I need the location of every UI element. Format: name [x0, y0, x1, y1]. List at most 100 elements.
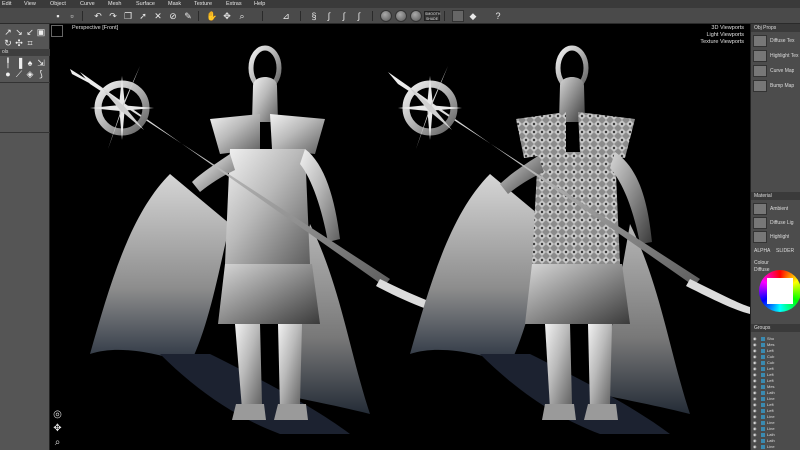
- group-row[interactable]: ◉ Cub: [753, 360, 800, 365]
- hook-icon[interactable]: ⟆: [36, 69, 46, 79]
- orbit-icon[interactable]: ◎: [52, 409, 63, 420]
- group-row[interactable]: ◉ Line: [753, 396, 800, 401]
- group-row[interactable]: ◉ Cub: [753, 354, 800, 359]
- curve-sculpt-icon[interactable]: ∫: [353, 10, 365, 22]
- save-icon[interactable]: ▪: [52, 10, 64, 22]
- move-icon[interactable]: ✥: [221, 10, 233, 22]
- group-row[interactable]: ◉ Left: [753, 378, 800, 383]
- group-row[interactable]: ◉ Left: [753, 408, 800, 413]
- smudge-icon[interactable]: ⟋: [14, 69, 24, 79]
- menu-mesh[interactable]: Mesh: [106, 0, 134, 8]
- texture-thumbnail[interactable]: [753, 64, 767, 77]
- curve-map-row[interactable]: Curve Map: [753, 64, 799, 77]
- delete-icon[interactable]: ✕: [152, 10, 164, 22]
- pen-icon[interactable]: ✎: [182, 10, 194, 22]
- group-row[interactable]: ◉ Left: [753, 348, 800, 353]
- zoom-icon[interactable]: ⌕: [236, 10, 248, 22]
- paint-icon[interactable]: ▐: [14, 58, 24, 68]
- visibility-eye-icon[interactable]: ◉: [753, 414, 759, 419]
- group-row[interactable]: ◉ Mes: [753, 342, 800, 347]
- scale-icon[interactable]: ✣: [14, 38, 24, 48]
- crop-icon[interactable]: ⌗: [25, 38, 35, 48]
- pinch-icon[interactable]: ⇲: [36, 58, 46, 68]
- wireframe-toggle-icon[interactable]: [452, 10, 464, 22]
- visibility-eye-icon[interactable]: ◉: [753, 438, 759, 443]
- group-row[interactable]: ◉ Line: [753, 414, 800, 419]
- highlight-texture-row[interactable]: Highlight Tex: [753, 49, 799, 62]
- highlight-row[interactable]: Highlight: [753, 230, 799, 243]
- group-row[interactable]: ◉ Left: [753, 372, 800, 377]
- pan-hand-icon[interactable]: ✋: [206, 10, 218, 22]
- texture-thumbnail[interactable]: [753, 49, 767, 62]
- brush-square-icon[interactable]: ▣: [36, 27, 46, 37]
- 3d-viewport[interactable]: Perspective [Front] 3D Viewports Light V…: [50, 24, 750, 450]
- group-row[interactable]: ◉ Line: [753, 444, 800, 449]
- visibility-eye-icon[interactable]: ◉: [753, 396, 759, 401]
- visibility-eye-icon[interactable]: ◉: [753, 390, 759, 395]
- menu-texture[interactable]: Texture: [192, 0, 224, 8]
- visibility-eye-icon[interactable]: ◉: [753, 366, 759, 371]
- visibility-eye-icon[interactable]: ◉: [753, 384, 759, 389]
- visibility-eye-icon[interactable]: ◉: [753, 420, 759, 425]
- grid-toggle-icon[interactable]: ⊿: [280, 10, 292, 22]
- visibility-eye-icon[interactable]: ◉: [753, 444, 759, 449]
- material-swatch[interactable]: [753, 216, 767, 229]
- diamond-icon[interactable]: ◆: [467, 10, 479, 22]
- menu-curve[interactable]: Curve: [78, 0, 106, 8]
- visibility-eye-icon[interactable]: ◉: [753, 426, 759, 431]
- redo-icon[interactable]: ↷: [107, 10, 119, 22]
- colour-wheel[interactable]: [759, 270, 800, 312]
- visibility-eye-icon[interactable]: ◉: [753, 402, 759, 407]
- ambient-row[interactable]: Ambient: [753, 202, 799, 215]
- mask-icon[interactable]: ◈: [25, 69, 35, 79]
- rotate-icon[interactable]: ↻: [3, 38, 13, 48]
- viewport-corner-icon[interactable]: [51, 25, 63, 37]
- pan-icon[interactable]: ✥: [52, 423, 63, 434]
- smooth-shade-button[interactable]: SMOOTH SHADE: [424, 11, 440, 21]
- texture-viewports-link[interactable]: Texture Viewports: [700, 39, 744, 45]
- shaded-sphere-icon[interactable]: [380, 10, 392, 22]
- brush-arrow-icon[interactable]: ↗: [3, 27, 13, 37]
- group-row[interactable]: ◉ Line: [753, 420, 800, 425]
- menu-extras[interactable]: Extras: [224, 0, 252, 8]
- colour-picker-square[interactable]: [767, 278, 793, 304]
- visibility-eye-icon[interactable]: ◉: [753, 378, 759, 383]
- no-entry-icon[interactable]: ⊘: [167, 10, 179, 22]
- visibility-eye-icon[interactable]: ◉: [753, 408, 759, 413]
- diffuse-texture-row[interactable]: Diffuse Tex: [753, 34, 799, 47]
- help-icon[interactable]: ?: [492, 10, 504, 22]
- zoom-view-icon[interactable]: ⌕: [52, 437, 63, 448]
- copy-icon[interactable]: ❐: [122, 10, 134, 22]
- menu-object[interactable]: Object: [48, 0, 78, 8]
- texture-thumbnail[interactable]: [753, 79, 767, 92]
- select-arrow-icon[interactable]: ➚: [137, 10, 149, 22]
- texture-thumbnail[interactable]: [753, 34, 767, 47]
- light-viewports-link[interactable]: Light Viewports: [706, 32, 744, 38]
- matte-sphere-icon[interactable]: [395, 10, 407, 22]
- material-swatch[interactable]: [753, 230, 767, 243]
- menu-mask[interactable]: Mask: [166, 0, 192, 8]
- visibility-eye-icon[interactable]: ◉: [753, 342, 759, 347]
- group-row[interactable]: ◉ Lath: [753, 438, 800, 443]
- knife-icon[interactable]: ╿: [3, 58, 13, 68]
- menu-surface[interactable]: Surface: [134, 0, 166, 8]
- visibility-eye-icon[interactable]: ◉: [753, 336, 759, 341]
- diffuse-light-row[interactable]: Diffuse Lig: [753, 216, 799, 229]
- material-swatch[interactable]: [753, 202, 767, 215]
- group-row[interactable]: ◉ Line: [753, 426, 800, 431]
- visibility-eye-icon[interactable]: ◉: [753, 372, 759, 377]
- brush-icon[interactable]: ↘: [14, 27, 24, 37]
- group-row[interactable]: ◉ Mes: [753, 384, 800, 389]
- group-row[interactable]: ◉ Lath: [753, 390, 800, 395]
- visibility-eye-icon[interactable]: ◉: [753, 354, 759, 359]
- menu-help[interactable]: Help: [252, 0, 278, 8]
- group-row[interactable]: ◉ Left: [753, 402, 800, 407]
- flat-sphere-icon[interactable]: [410, 10, 422, 22]
- group-row[interactable]: ◉ Left: [753, 366, 800, 371]
- viewport-label[interactable]: Perspective [Front]: [72, 25, 118, 31]
- curve-select-icon[interactable]: ∫: [323, 10, 335, 22]
- 3d-viewports-link[interactable]: 3D Viewports: [711, 25, 744, 31]
- open-icon[interactable]: ▫: [66, 10, 78, 22]
- stamp-icon[interactable]: ♠: [25, 58, 35, 68]
- curve-tool-icon[interactable]: §: [308, 10, 320, 22]
